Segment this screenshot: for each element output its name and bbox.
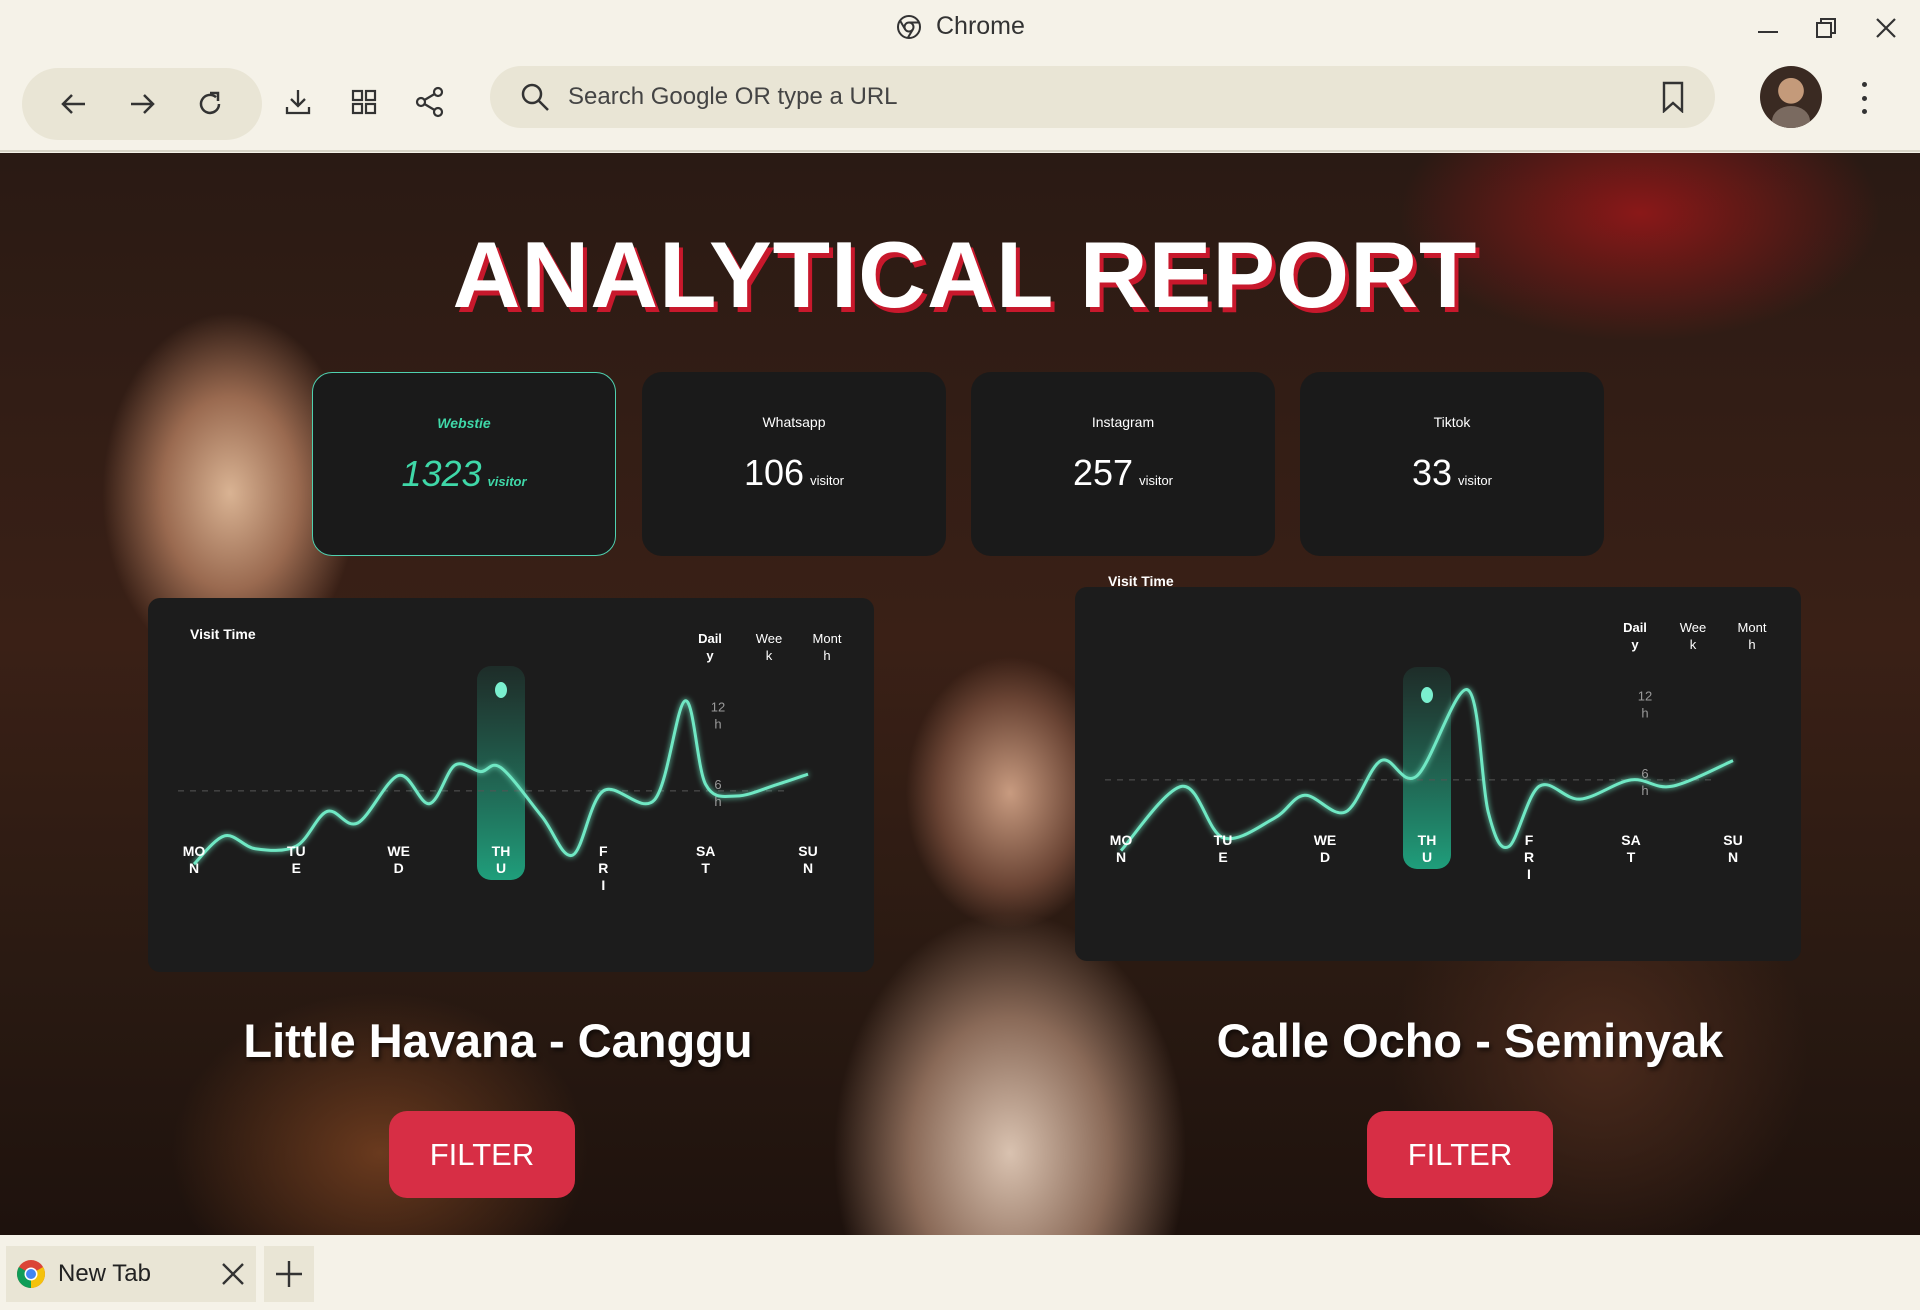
location-name-canggu: Little Havana - Canggu — [243, 1014, 753, 1067]
back-button[interactable] — [52, 82, 96, 126]
x-day-label: WE — [387, 843, 410, 859]
y-tick-label: h — [714, 717, 721, 732]
visit-time-chart-seminyak: Dail y Wee k Mont h 12 h 6 h MO N TU E WE D TH U F R I SA T… — [1075, 587, 1801, 961]
page-title: ANALYTICAL REPORT — [452, 222, 1478, 327]
x-day-label: D — [394, 860, 404, 876]
x-day-label: D — [1320, 849, 1330, 865]
filter-button-canggu[interactable]: FILTER — [389, 1111, 575, 1198]
x-day-label: MO — [1110, 832, 1133, 848]
x-day-label: SA — [1621, 832, 1640, 848]
y-tick-label: 6 — [1641, 766, 1648, 781]
x-day-label: R — [1524, 849, 1534, 865]
stat-value: 257 visitor — [1072, 452, 1174, 493]
x-day-label: E — [292, 860, 301, 876]
stat-value: 1323 visitor — [401, 453, 527, 494]
plus-icon — [276, 1261, 302, 1287]
highlight-point[interactable] — [1421, 687, 1433, 703]
x-day-label: I — [1527, 866, 1531, 882]
stat-label: Instagram — [1091, 414, 1155, 430]
visit-time-chart-canggu: Visit Time Dail y Wee k Mont h 12 h 6 h MO N TU E W… — [148, 598, 874, 972]
filter-button-seminyak[interactable]: FILTER — [1367, 1111, 1553, 1198]
close-icon — [1876, 18, 1896, 38]
y-tick-label: 12 — [711, 700, 725, 715]
close-window-button[interactable] — [1868, 12, 1904, 44]
x-day-label: SU — [1723, 832, 1742, 848]
x-day-label: SA — [696, 843, 715, 859]
forward-button[interactable] — [120, 82, 164, 126]
x-day-label: N — [803, 860, 813, 876]
y-tick-label: h — [1641, 706, 1648, 721]
share-button[interactable] — [408, 80, 452, 124]
x-day-label: N — [1116, 849, 1126, 865]
location-name-seminyak: Calle Ocho - Seminyak — [1216, 1014, 1724, 1067]
close-tab-icon[interactable] — [220, 1261, 246, 1287]
x-day-label: N — [189, 860, 199, 876]
stat-card-website[interactable]: Webstie 1323 visitor — [312, 372, 616, 556]
x-day-label: F — [1525, 832, 1534, 848]
x-day-label: T — [1627, 849, 1636, 865]
address-bar-placeholder: Search Google OR type a URL — [568, 83, 898, 110]
download-icon — [285, 90, 311, 115]
navigation-group — [22, 68, 262, 140]
restore-icon — [1816, 18, 1836, 38]
grid-icon — [351, 89, 377, 115]
new-tab-button[interactable] — [264, 1246, 314, 1302]
arrow-left-icon — [61, 94, 85, 114]
stat-label: Whatsapp — [762, 414, 826, 430]
x-day-label: N — [1728, 849, 1738, 865]
title-bar: Chrome — [0, 0, 1920, 56]
stat-label: Webstie — [437, 415, 491, 431]
y-tick-label: 6 — [714, 777, 721, 792]
extensions-button[interactable] — [342, 80, 386, 124]
profile-avatar[interactable] — [1760, 66, 1822, 128]
search-icon — [521, 83, 549, 111]
address-bar[interactable]: Search Google OR type a URL — [490, 66, 1715, 128]
share-icon — [415, 86, 444, 118]
x-day-label: U — [1422, 849, 1432, 865]
x-day-label: WE — [1314, 832, 1337, 848]
x-day-label: SU — [798, 843, 817, 859]
stat-value: 106 visitor — [743, 452, 845, 493]
app-title-text: Chrome — [936, 12, 1025, 40]
y-tick-label: h — [1641, 783, 1648, 798]
x-day-label: TH — [1418, 832, 1437, 848]
x-day-label: I — [601, 877, 605, 893]
x-day-label: MO — [183, 843, 206, 859]
stat-card-tiktok[interactable]: Tiktok 33 visitor — [1300, 372, 1604, 556]
x-day-label: T — [701, 860, 710, 876]
x-day-label: TU — [1214, 832, 1233, 848]
y-tick-label: h — [714, 794, 721, 809]
x-day-label: TH — [492, 843, 511, 859]
chrome-logo-icon — [17, 1260, 45, 1288]
minimize-icon — [1758, 31, 1778, 33]
tab-strip: New Tab — [0, 1236, 1920, 1310]
tab-new-tab[interactable]: New Tab — [6, 1246, 256, 1302]
menu-button[interactable] — [1854, 78, 1874, 118]
download-button[interactable] — [276, 80, 320, 124]
stat-card-whatsapp[interactable]: Whatsapp 106 visitor — [642, 372, 946, 556]
x-day-label: TU — [287, 843, 306, 859]
chart-svg: 12h6hMONTUEWEDTHUFRISATSUN — [1105, 667, 1743, 882]
stat-value: 33 visitor — [1412, 452, 1492, 493]
x-day-label: U — [496, 860, 506, 876]
arrow-right-icon — [131, 94, 155, 114]
y-tick-label: 12 — [1638, 689, 1652, 704]
x-day-label: E — [1218, 849, 1227, 865]
page-viewport: ANALYTICAL REPORT Webstie 1323 visitor Wh… — [0, 153, 1920, 1235]
restore-button[interactable] — [1808, 12, 1844, 44]
app-title: Chrome — [896, 12, 1025, 41]
reload-button[interactable] — [188, 82, 232, 126]
tab-title: New Tab — [58, 1260, 151, 1287]
stat-label: Tiktok — [1433, 414, 1471, 430]
stat-card-instagram[interactable]: Instagram 257 visitor — [971, 372, 1275, 556]
browser-toolbar: Search Google OR type a URL — [0, 56, 1920, 152]
x-day-label: F — [599, 843, 608, 859]
chrome-icon — [897, 14, 921, 39]
bookmark-icon[interactable] — [1661, 81, 1685, 113]
chart-svg: 12h6hMONTUEWEDTHUFRISATSUN — [178, 666, 818, 893]
x-day-label: R — [598, 860, 608, 876]
minimize-button[interactable] — [1750, 12, 1786, 44]
reload-icon — [199, 91, 221, 115]
highlight-point[interactable] — [495, 682, 507, 698]
